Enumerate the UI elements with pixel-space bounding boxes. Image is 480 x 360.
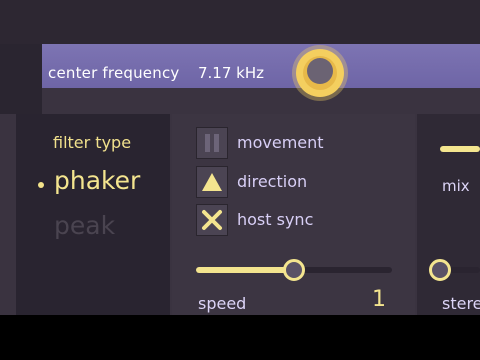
movement-toggle[interactable]	[196, 127, 228, 159]
selected-indicator-icon	[38, 182, 44, 188]
top-bar	[0, 0, 480, 44]
speed-label: speed	[198, 294, 247, 313]
pause-icon	[205, 134, 219, 152]
x-icon	[202, 210, 222, 230]
plugin-window: center frequency 7.17 kHz filter type ph…	[0, 0, 480, 315]
host-sync-label: host sync	[237, 210, 314, 229]
knob-cap	[307, 58, 333, 84]
stereo-label: stere	[442, 294, 480, 313]
mix-stereo-panel	[417, 114, 480, 315]
host-sync-toggle[interactable]	[196, 204, 228, 236]
frequency-label: center frequency	[48, 64, 180, 82]
filter-option-phaker[interactable]: phaker	[54, 166, 140, 195]
speed-value: 1	[372, 287, 386, 312]
frequency-knob[interactable]	[282, 40, 358, 106]
filter-option-peak[interactable]: peak	[54, 211, 115, 240]
speed-slider-thumb[interactable]	[283, 259, 305, 281]
triangle-up-icon	[202, 173, 222, 191]
frequency-value: 7.17 kHz	[198, 64, 265, 82]
speed-slider-fill	[196, 267, 294, 273]
filter-type-title: filter type	[53, 133, 132, 152]
stereo-slider-thumb[interactable]	[429, 259, 451, 281]
direction-label: direction	[237, 172, 308, 191]
mix-slider-fill[interactable]	[440, 146, 480, 152]
frequency-panel-edge	[0, 44, 42, 114]
mix-label: mix	[442, 177, 470, 195]
direction-toggle[interactable]	[196, 166, 228, 198]
movement-label: movement	[237, 133, 324, 152]
